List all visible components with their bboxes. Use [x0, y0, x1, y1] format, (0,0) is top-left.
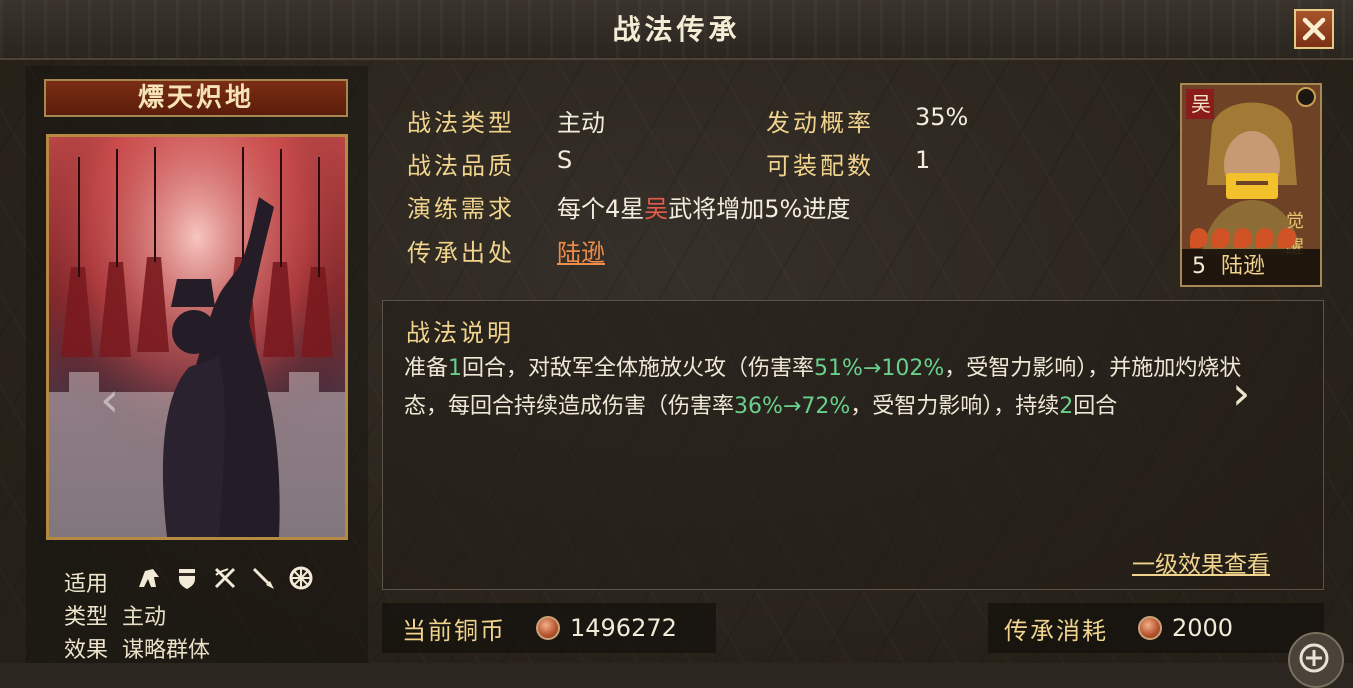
general-card[interactable]: 吴 觉醒 5 陆逊	[1180, 83, 1322, 287]
close-button[interactable]	[1294, 9, 1334, 49]
description-highlight: 36%→72%	[734, 394, 851, 419]
star-row	[1190, 228, 1296, 248]
skill-name: 熛天炽地	[44, 79, 348, 117]
skill-illustration	[49, 137, 345, 537]
general-level: 5	[1192, 254, 1206, 279]
plus-icon	[1299, 643, 1329, 673]
rate-value: 35%	[915, 103, 969, 131]
drill-value: 每个4星吴武将增加5%进度	[557, 195, 851, 223]
coin-icon	[536, 616, 560, 640]
meta-apply: 适用	[64, 572, 109, 597]
description-highlight: 1	[448, 356, 463, 381]
source-label: 传承出处	[407, 239, 515, 267]
next-arrow-icon[interactable]: ›	[1232, 366, 1250, 420]
star-icon	[1278, 228, 1296, 248]
general-footer: 5 陆逊	[1182, 249, 1320, 285]
spear-icon	[252, 567, 274, 589]
prev-arrow-icon[interactable]: ‹	[100, 372, 119, 428]
unit-icons	[136, 565, 314, 591]
equip-label: 可装配数	[766, 152, 874, 180]
star-icon	[1256, 228, 1274, 248]
coin-box: 当前铜币 1496272	[382, 603, 716, 653]
description-segment: 准备	[404, 356, 449, 381]
rate-label: 发动概率	[766, 109, 874, 137]
page-title: 战法传承	[612, 13, 741, 46]
description-segment: 回合	[1073, 394, 1118, 419]
coin-value: 1496272	[570, 614, 677, 642]
general-name: 陆逊	[1221, 254, 1266, 279]
type-value: 主动	[557, 109, 605, 137]
quality-value: S	[557, 146, 573, 174]
star-icon	[1234, 228, 1252, 248]
source-link[interactable]: 陆逊	[557, 233, 605, 268]
description-text: 准备1回合，对敌军全体施放火攻（伤害率51%→102%，受智力影响），并施加灼烧…	[404, 350, 1284, 426]
description-segment: ，受智力影响），持续	[850, 394, 1060, 419]
cost-box: 传承消耗 2000	[988, 603, 1324, 653]
star-icon	[1212, 228, 1230, 248]
meta-type: 类型 主动	[64, 605, 167, 630]
skill-art-card	[46, 134, 348, 540]
title-bar: 战法传承	[0, 0, 1353, 60]
cost-value: 2000	[1172, 614, 1234, 642]
equip-value: 1	[915, 146, 931, 174]
quality-label: 战法品质	[407, 152, 515, 180]
coin-label: 当前铜币	[402, 616, 506, 645]
cost-label: 传承消耗	[1004, 616, 1108, 645]
meta-effect: 效果 谋略群体	[64, 638, 211, 663]
drill-label: 演练需求	[407, 195, 515, 223]
effect-view-link[interactable]: 一级效果查看	[1132, 545, 1270, 579]
general-faction: 吴	[1191, 92, 1211, 116]
description-highlight: 2	[1059, 394, 1074, 419]
type-label: 战法类型	[407, 109, 515, 137]
close-icon	[1302, 17, 1326, 41]
description-title: 战法说明	[406, 319, 514, 347]
shield-icon	[179, 569, 195, 589]
crossbow-icon	[214, 567, 236, 589]
zoom-button[interactable]	[1288, 632, 1344, 688]
cavalry-icon	[139, 569, 159, 587]
description-segment: 回合，对敌军全体施放火攻（伤害率	[462, 356, 815, 381]
wheel-icon	[289, 566, 313, 590]
description-highlight: 51%→102%	[814, 356, 945, 381]
coin-icon	[1138, 616, 1162, 640]
star-icon	[1190, 228, 1208, 248]
